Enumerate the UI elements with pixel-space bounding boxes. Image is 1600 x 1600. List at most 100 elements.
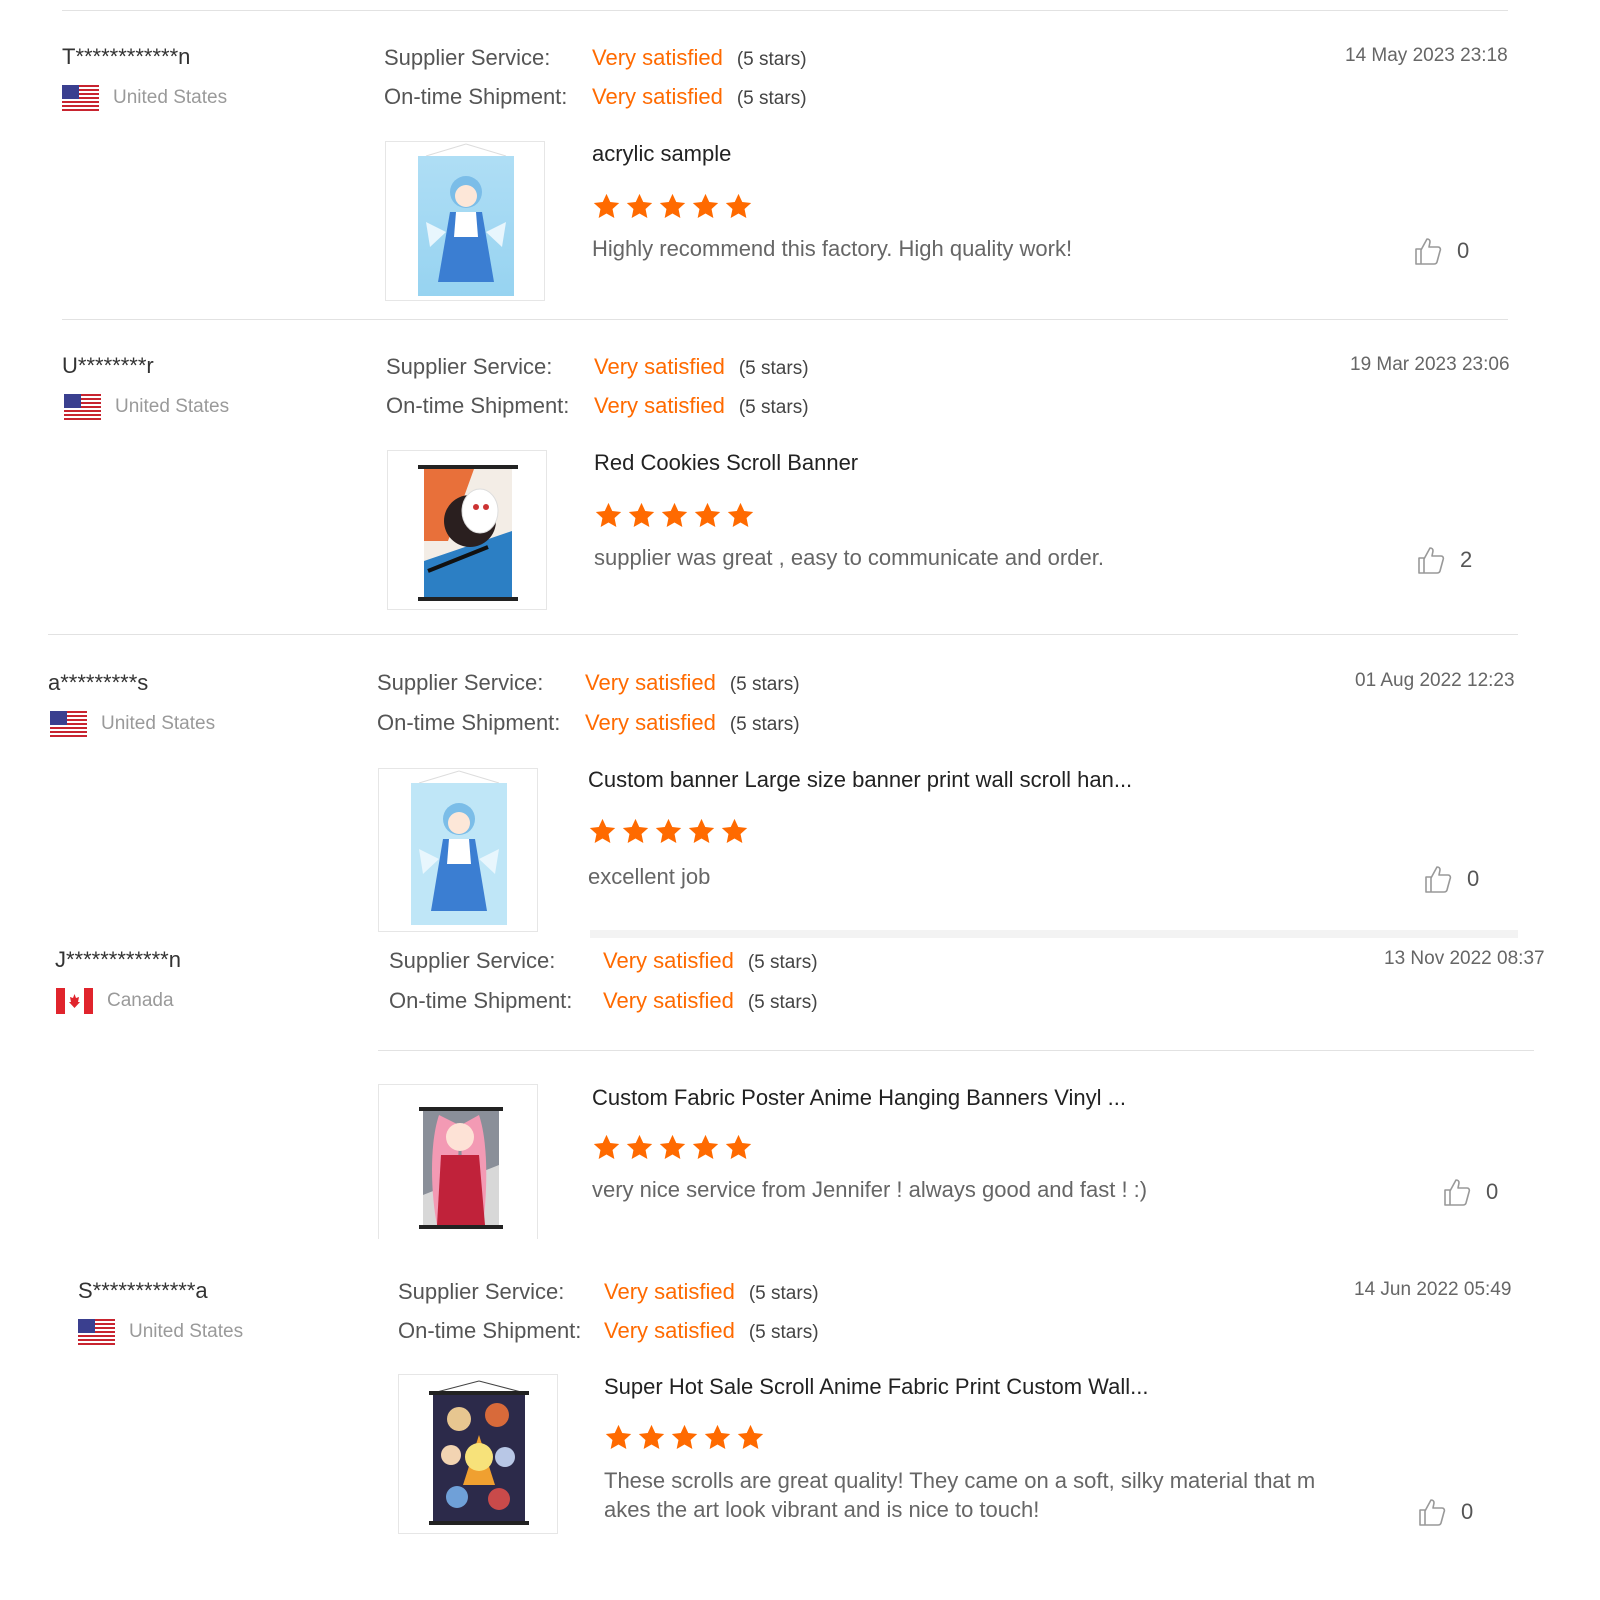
anime-scroll-masked-swordsman-image bbox=[418, 465, 518, 601]
country-label: United States bbox=[129, 1321, 244, 1342]
review-date: 13 Nov 2022 08:37 bbox=[1384, 948, 1545, 969]
star-icon bbox=[692, 193, 719, 218]
ontime-shipment-value: Very satisfied bbox=[585, 710, 716, 735]
star-icon bbox=[626, 193, 653, 218]
reviewer-country: Canada bbox=[56, 988, 174, 1014]
star-icon bbox=[725, 1134, 752, 1159]
star-icon bbox=[589, 818, 616, 843]
review-divider bbox=[62, 319, 1508, 320]
product-rating-stars bbox=[592, 192, 753, 221]
product-title[interactable]: acrylic sample bbox=[592, 141, 731, 167]
star-icon bbox=[661, 502, 688, 527]
thumbs-up-icon bbox=[1418, 547, 1445, 574]
thumbs-up-icon bbox=[1415, 238, 1442, 265]
like-button[interactable]: 0 bbox=[1413, 236, 1469, 266]
supplier-service-rating: Supplier Service: Very satisfied (5 star… bbox=[384, 45, 807, 71]
star-icon bbox=[704, 1424, 731, 1449]
thumbs-up-icon bbox=[1444, 1179, 1471, 1206]
like-count: 0 bbox=[1486, 1179, 1499, 1204]
ontime-shipment-label: On-time Shipment: bbox=[384, 84, 568, 109]
star-icon bbox=[659, 193, 686, 218]
star-icon bbox=[737, 1424, 764, 1449]
supplier-service-value: Very satisfied bbox=[594, 354, 725, 379]
like-count: 0 bbox=[1457, 238, 1470, 263]
like-button[interactable]: 0 bbox=[1417, 1497, 1473, 1527]
reviewer-country: United States bbox=[62, 85, 227, 111]
product-title[interactable]: Red Cookies Scroll Banner bbox=[594, 450, 858, 476]
supplier-service-rating: Supplier Service: Very satisfied (5 star… bbox=[398, 1279, 819, 1305]
canada-flag-icon bbox=[56, 988, 93, 1014]
product-thumbnail[interactable] bbox=[398, 1374, 558, 1534]
review-divider bbox=[48, 634, 1518, 635]
supplier-service-stars: (5 stars) bbox=[748, 1283, 819, 1304]
star-icon bbox=[671, 1424, 698, 1449]
review-comment: supplier was great , easy to communicate… bbox=[594, 545, 1104, 570]
product-rating-stars bbox=[592, 1133, 753, 1162]
us-flag-icon bbox=[64, 394, 101, 420]
supplier-service-value: Very satisfied bbox=[585, 670, 716, 695]
like-count: 0 bbox=[1467, 866, 1480, 891]
supplier-service-value: Very satisfied bbox=[603, 948, 734, 973]
ontime-shipment-value: Very satisfied bbox=[592, 84, 723, 109]
like-button[interactable]: 0 bbox=[1442, 1177, 1498, 1207]
supplier-service-rating: Supplier Service: Very satisfied (5 star… bbox=[386, 354, 809, 380]
product-rating-stars bbox=[588, 817, 749, 846]
product-thumbnail[interactable] bbox=[378, 1084, 538, 1239]
product-thumbnail[interactable] bbox=[378, 768, 538, 932]
ontime-shipment-label: On-time Shipment: bbox=[389, 988, 573, 1013]
supplier-service-stars: (5 stars) bbox=[729, 674, 800, 695]
review-comment: excellent job bbox=[588, 864, 711, 889]
product-thumbnail[interactable] bbox=[385, 141, 545, 301]
star-icon bbox=[692, 1134, 719, 1159]
ontime-shipment-rating: On-time Shipment: Very satisfied (5 star… bbox=[377, 710, 800, 736]
reviewer-name: S************a bbox=[78, 1278, 208, 1303]
product-rating-stars bbox=[594, 501, 755, 530]
review-divider bbox=[62, 10, 1508, 11]
supplier-service-stars: (5 stars) bbox=[738, 358, 809, 379]
like-count: 0 bbox=[1461, 1499, 1474, 1524]
reviewer-name: U********r bbox=[62, 353, 154, 378]
supplier-service-value: Very satisfied bbox=[592, 45, 723, 70]
star-icon bbox=[655, 818, 682, 843]
reviewer-name: a*********s bbox=[48, 670, 149, 695]
review-date: 14 Jun 2022 05:49 bbox=[1354, 1279, 1512, 1300]
supplier-service-label: Supplier Service: bbox=[377, 670, 544, 695]
reviewer-name: J************n bbox=[55, 947, 181, 972]
like-count: 2 bbox=[1460, 547, 1473, 572]
review-comment: very nice service from Jennifer ! always… bbox=[592, 1177, 1148, 1202]
ontime-shipment-rating: On-time Shipment: Very satisfied (5 star… bbox=[384, 84, 807, 110]
supplier-service-value: Very satisfied bbox=[604, 1279, 735, 1304]
anime-scroll-blue-girl-image bbox=[411, 770, 507, 925]
product-title[interactable]: Super Hot Sale Scroll Anime Fabric Print… bbox=[604, 1374, 1148, 1400]
supplier-service-label: Supplier Service: bbox=[389, 948, 556, 973]
like-button[interactable]: 0 bbox=[1423, 864, 1479, 894]
supplier-service-stars: (5 stars) bbox=[747, 952, 818, 973]
star-icon bbox=[622, 818, 649, 843]
product-title[interactable]: Custom Fabric Poster Anime Hanging Banne… bbox=[592, 1085, 1126, 1111]
review-divider bbox=[378, 1050, 1534, 1051]
supplier-service-stars: (5 stars) bbox=[736, 49, 807, 70]
ontime-shipment-label: On-time Shipment: bbox=[386, 393, 570, 418]
star-icon bbox=[725, 193, 752, 218]
anime-scroll-pink-hair-girl-image bbox=[419, 1107, 503, 1229]
thumbs-up-icon bbox=[1419, 1499, 1446, 1526]
product-thumbnail[interactable] bbox=[387, 450, 547, 610]
like-button[interactable]: 2 bbox=[1416, 545, 1472, 575]
star-icon bbox=[638, 1424, 665, 1449]
reviewer-country: United States bbox=[50, 711, 215, 737]
product-title[interactable]: Custom banner Large size banner print wa… bbox=[588, 767, 1132, 793]
supplier-service-rating: Supplier Service: Very satisfied (5 star… bbox=[377, 670, 800, 696]
us-flag-icon bbox=[62, 85, 99, 111]
review-date: 14 May 2023 23:18 bbox=[1345, 45, 1508, 66]
thumbs-up-icon bbox=[1425, 866, 1452, 893]
ontime-shipment-stars: (5 stars) bbox=[738, 397, 809, 418]
ontime-shipment-stars: (5 stars) bbox=[747, 992, 818, 1013]
review-comment: These scrolls are great quality! They ca… bbox=[604, 1468, 1316, 1522]
ontime-shipment-value: Very satisfied bbox=[604, 1318, 735, 1343]
ontime-shipment-stars: (5 stars) bbox=[748, 1322, 819, 1343]
star-icon bbox=[727, 502, 754, 527]
country-label: United States bbox=[115, 396, 230, 417]
ontime-shipment-rating: On-time Shipment: Very satisfied (5 star… bbox=[386, 393, 809, 419]
anime-scroll-group-collage-image bbox=[429, 1380, 529, 1525]
ontime-shipment-value: Very satisfied bbox=[594, 393, 725, 418]
